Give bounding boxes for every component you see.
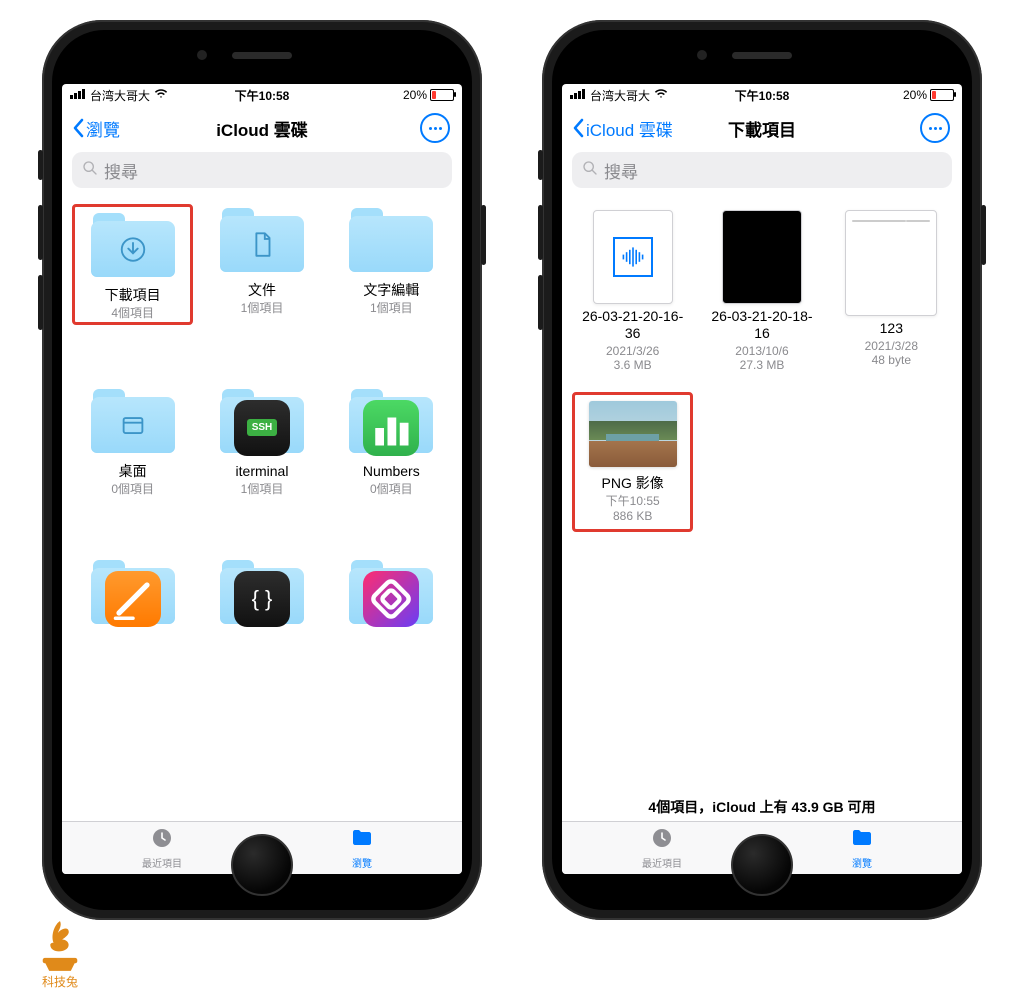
search-placeholder: 搜尋 xyxy=(104,158,138,183)
folder-pages[interactable] xyxy=(68,556,197,630)
phone-frame-right: 台湾大哥大 下午10:58 20% iCloud 雲碟 xyxy=(542,20,982,920)
folder-documents[interactable]: 文件 1個項目 xyxy=(197,204,326,325)
download-icon xyxy=(118,234,148,269)
battery-icon xyxy=(430,89,454,101)
carrier-label: 台湾大哥大 xyxy=(590,87,650,104)
file-txt[interactable]: 123 2021/3/28 48 byte xyxy=(827,210,956,372)
search-placeholder: 搜尋 xyxy=(604,158,638,183)
watermark-logo: 科技兔 xyxy=(38,919,82,990)
clock-icon xyxy=(150,826,174,853)
file-png[interactable]: PNG 影像 下午10:55 886 KB xyxy=(572,392,693,532)
back-label: iCloud 雲碟 xyxy=(586,116,673,141)
status-bar: 台湾大哥大 下午10:58 20% xyxy=(62,84,462,106)
tab-recent-label: 最近項目 xyxy=(642,855,682,870)
more-button[interactable] xyxy=(420,113,450,143)
shortcuts-app-icon xyxy=(363,571,419,627)
ssh-app-icon: SSH xyxy=(234,400,290,456)
doc-icon xyxy=(247,229,277,264)
nav-bar: 瀏覽 iCloud 雲碟 xyxy=(62,106,462,150)
file-video[interactable]: 26-03-21-20-18-16 2013/10/6 27.3 MB xyxy=(697,210,826,372)
search-input[interactable]: 搜尋 xyxy=(572,152,952,188)
signal-icon xyxy=(70,88,86,102)
screen-icloud-drive: 台湾大哥大 下午10:58 20% 瀏覽 xyxy=(62,84,462,874)
nav-bar: iCloud 雲碟 下載項目 xyxy=(562,106,962,150)
wifi-icon xyxy=(654,88,668,102)
status-time: 下午10:58 xyxy=(735,87,790,104)
home-button[interactable] xyxy=(231,834,293,896)
search-icon xyxy=(82,160,98,181)
status-time: 下午10:58 xyxy=(235,87,290,104)
clock-icon xyxy=(650,826,674,853)
folder-icon xyxy=(850,826,874,853)
storage-summary: 4個項目，iCloud 上有 43.9 GB 可用 xyxy=(562,791,962,821)
screen-downloads: 台湾大哥大 下午10:58 20% iCloud 雲碟 xyxy=(562,84,962,874)
folder-icon xyxy=(350,826,374,853)
status-bar: 台湾大哥大 下午10:58 20% xyxy=(562,84,962,106)
battery-pct: 20% xyxy=(403,88,427,102)
folder-shortcuts[interactable] xyxy=(327,556,456,630)
code-app-icon: { } xyxy=(234,571,290,627)
video-thumb-icon xyxy=(722,210,802,304)
tab-recent-label: 最近項目 xyxy=(142,855,182,870)
signal-icon xyxy=(570,88,586,102)
window-icon xyxy=(118,410,148,445)
back-label: 瀏覽 xyxy=(86,116,120,141)
search-icon xyxy=(582,160,598,181)
image-thumb-icon xyxy=(589,401,677,467)
phone-frame-left: 台湾大哥大 下午10:58 20% 瀏覽 xyxy=(42,20,482,920)
home-button[interactable] xyxy=(731,834,793,896)
page-title: 下載項目 xyxy=(728,116,796,141)
wifi-icon xyxy=(154,88,168,102)
back-button[interactable]: 瀏覽 xyxy=(72,116,120,141)
audio-icon xyxy=(613,237,653,277)
folder-textedit[interactable]: 文字編輯 1個項目 xyxy=(327,204,456,325)
battery-icon xyxy=(930,89,954,101)
more-button[interactable] xyxy=(920,113,950,143)
folder-numbers[interactable]: Numbers 0個項目 xyxy=(327,385,456,496)
tab-browse-label: 瀏覽 xyxy=(352,855,372,870)
folder-code[interactable]: { } xyxy=(197,556,326,630)
page-title: iCloud 雲碟 xyxy=(216,116,308,141)
battery-pct: 20% xyxy=(903,88,927,102)
carrier-label: 台湾大哥大 xyxy=(90,87,150,104)
text-thumb-icon xyxy=(845,210,937,316)
folder-desktop[interactable]: 桌面 0個項目 xyxy=(68,385,197,496)
tab-browse-label: 瀏覽 xyxy=(852,855,872,870)
pages-app-icon xyxy=(105,571,161,627)
back-button[interactable]: iCloud 雲碟 xyxy=(572,116,673,141)
file-audio[interactable]: 26-03-21-20-16-36 2021/3/26 3.6 MB xyxy=(568,210,697,372)
numbers-app-icon xyxy=(363,400,419,456)
search-input[interactable]: 搜尋 xyxy=(72,152,452,188)
folder-iterminal[interactable]: SSH iterminal 1個項目 xyxy=(197,385,326,496)
folder-downloads[interactable]: 下載項目 4個項目 xyxy=(72,204,193,325)
